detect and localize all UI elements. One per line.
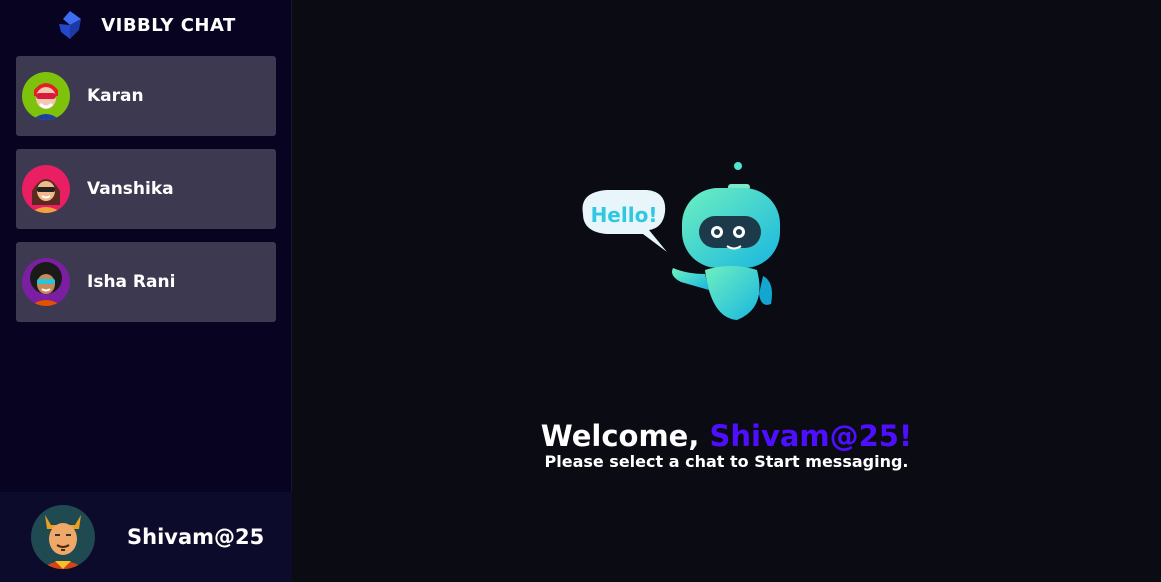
current-user-name: Shivam@25 <box>127 525 265 549</box>
hello-text: Hello! <box>591 203 658 227</box>
current-user-panel: Shivam@25 <box>0 492 292 582</box>
welcome-panel: Hello! Welcome, Shivam@25! Please select… <box>292 0 1161 582</box>
robot-hello-illustration: Hello! <box>582 162 780 320</box>
contact-item-karan[interactable]: Karan <box>16 56 276 136</box>
avatar-user-icon <box>31 505 95 569</box>
contact-item-vanshika[interactable]: Vanshika <box>16 149 276 229</box>
welcome-message: Welcome, Shivam@25! Please select a chat… <box>292 418 1161 471</box>
avatar-karan-icon <box>22 72 70 120</box>
contact-item-isha-rani[interactable]: Isha Rani <box>16 242 276 322</box>
brand-logo-icon <box>59 11 82 39</box>
contact-name: Karan <box>87 86 144 106</box>
avatar-isha-icon <box>22 258 70 306</box>
contact-name: Isha Rani <box>87 272 176 292</box>
sidebar: VIBBLY CHAT Karan Vanshika Isha Rani Shi… <box>0 0 292 582</box>
contact-name: Vanshika <box>87 179 174 199</box>
welcome-heading: Welcome, Shivam@25! <box>292 418 1161 454</box>
contact-list: Karan Vanshika Isha Rani <box>0 50 291 322</box>
brand: VIBBLY CHAT <box>0 0 291 50</box>
avatar-vanshika-icon <box>22 165 70 213</box>
brand-name: VIBBLY CHAT <box>101 14 236 36</box>
welcome-greeting: Welcome, <box>540 419 700 453</box>
welcome-subtitle: Please select a chat to Start messaging. <box>544 452 909 471</box>
welcome-username: Shivam@25! <box>709 419 913 453</box>
chat-app: VIBBLY CHAT Karan Vanshika Isha Rani Shi… <box>0 0 1161 582</box>
